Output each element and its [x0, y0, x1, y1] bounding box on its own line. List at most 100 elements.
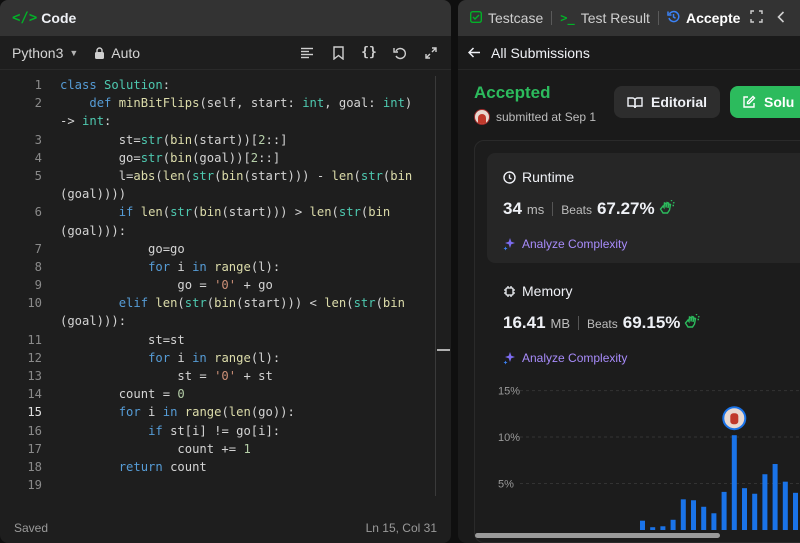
- chart-bar[interactable]: [640, 520, 645, 530]
- line-number: 10: [27, 296, 42, 311]
- chart-bar[interactable]: [721, 491, 727, 530]
- memory-beats-percent: 69.15%: [622, 313, 681, 332]
- format-icon[interactable]: [299, 45, 315, 61]
- all-submissions-link[interactable]: All Submissions: [458, 36, 800, 70]
- code-line: 2 def minBitFlips(self, start: int, goal…: [0, 94, 436, 112]
- avatar[interactable]: [474, 109, 490, 125]
- solution-button[interactable]: Solu: [730, 86, 800, 118]
- code-text: l=abs(len(str(bin(start))) - len(str(bin: [60, 168, 413, 183]
- braces-icon[interactable]: {}: [361, 45, 377, 61]
- code-text: -> int:: [60, 114, 112, 129]
- line-number: 12: [27, 350, 42, 365]
- chart-canvas: 15% 10% 5%: [498, 386, 800, 530]
- code-line: 7 go=go: [0, 240, 436, 258]
- sparkle-icon: [503, 238, 515, 251]
- chart-bar[interactable]: [793, 492, 798, 530]
- editorial-label: Editorial: [650, 94, 707, 110]
- tab-test-result-label: Test Result: [580, 10, 650, 26]
- runtime-analyze-label: Analyze Complexity: [522, 237, 628, 251]
- code-icon: </>: [12, 10, 38, 26]
- book-icon: [627, 96, 643, 108]
- chart-bar[interactable]: [660, 526, 666, 530]
- code-text: (goal))):: [60, 223, 127, 238]
- chart-bar[interactable]: [772, 464, 778, 530]
- memory-card[interactable]: Memory 16.41 MB Beats 69.15% Analyze Com…: [487, 267, 800, 377]
- line-number: 16: [27, 423, 42, 438]
- chart-bar[interactable]: [782, 481, 788, 530]
- line-number: 1: [34, 78, 42, 92]
- code-text: go=str(bin(goal))[2::]: [60, 150, 281, 165]
- memory-unit: MB: [550, 316, 571, 331]
- cursor-position[interactable]: Ln 15, Col 31: [366, 521, 437, 535]
- chart-bar[interactable]: [742, 488, 747, 530]
- runtime-unit: ms: [526, 202, 545, 217]
- memory-value: 16.41: [503, 313, 546, 332]
- chart-bar[interactable]: [650, 527, 656, 530]
- clap-icon: [684, 313, 701, 331]
- code-line: 6 if len(str(bin(start))) > len(str(bin: [0, 203, 436, 221]
- code-line: 9 go = '0' + go: [0, 276, 436, 294]
- runtime-card[interactable]: Runtime 34 ms Beats 67.27% Analyze Compl…: [487, 153, 800, 263]
- clap-icon: [659, 199, 675, 217]
- code-line: 19: [0, 476, 436, 494]
- code-text: count = 0: [60, 387, 185, 402]
- chart-bar[interactable]: [701, 506, 707, 530]
- code-text: return count: [118, 459, 207, 474]
- code-text: elif len(str(bin(start))) < len(str(bin: [118, 296, 405, 311]
- lock-icon: [95, 46, 105, 59]
- chevron-left-icon[interactable]: [777, 10, 785, 26]
- chart-bar[interactable]: [691, 500, 696, 530]
- chart-bar[interactable]: [762, 474, 768, 530]
- code-line: 16 if st[i] != go[i]:: [0, 422, 436, 440]
- tab-test-result[interactable]: >_ Test Result: [560, 10, 650, 26]
- line-number: 7: [34, 241, 42, 256]
- chart-bar[interactable]: [680, 499, 686, 530]
- fullscreen-icon[interactable]: [750, 10, 764, 26]
- save-status: Saved: [14, 521, 49, 535]
- terminal-icon: >_: [560, 11, 575, 25]
- code-editor[interactable]: 1 class Solution: 2 def minBitFlips(self, …: [0, 76, 436, 496]
- editor-scrollbar-thumb[interactable]: [437, 349, 450, 351]
- runtime-beats-label: Beats: [561, 203, 592, 217]
- chart-bar[interactable]: [670, 519, 676, 530]
- line-number: 11: [27, 332, 42, 347]
- memory-beats-label: Beats: [587, 317, 618, 331]
- code-text: for i in range(l):: [148, 350, 281, 365]
- expand-icon[interactable]: [423, 45, 439, 61]
- auto-mode-toggle[interactable]: Auto: [94, 45, 140, 61]
- code-panel-header: </> Code: [0, 0, 451, 36]
- reset-icon[interactable]: [392, 45, 408, 61]
- code-text: (goal))):: [60, 314, 127, 329]
- editorial-button[interactable]: Editorial: [614, 86, 720, 118]
- code-text: class Solution:: [60, 78, 171, 92]
- line-number: 4: [34, 150, 42, 165]
- user-marker-figure: [730, 413, 739, 425]
- line-number: [0, 185, 42, 203]
- memory-title: Memory: [522, 283, 573, 299]
- y-tick-label: 5%: [498, 479, 514, 491]
- code-text: st=str(bin(start))[2::]: [60, 132, 288, 147]
- memory-analyze-label: Analyze Complexity: [522, 351, 628, 365]
- line-number: [0, 112, 42, 130]
- code-line: 8 for i in range(l):: [0, 258, 436, 276]
- tab-accepted[interactable]: Accepte: [667, 10, 740, 26]
- memory-analyze-link[interactable]: Analyze Complexity: [503, 351, 627, 365]
- horizontal-scrollbar-thumb[interactable]: [475, 533, 720, 538]
- arrow-left-icon: [467, 45, 481, 61]
- bookmark-icon[interactable]: [330, 45, 346, 61]
- memory-distribution-chart[interactable]: 15% 10% 5%: [458, 372, 800, 543]
- tab-testcase-label: Testcase: [488, 10, 544, 26]
- code-line: -> int:: [0, 112, 436, 130]
- chart-bar[interactable]: [731, 435, 737, 530]
- edit-icon: [743, 95, 756, 108]
- line-number: 2: [34, 96, 42, 111]
- solution-label: Solu: [764, 94, 795, 110]
- runtime-analyze-link[interactable]: Analyze Complexity: [503, 237, 627, 251]
- language-select[interactable]: Python3 ▼: [12, 45, 78, 61]
- runtime-title: Runtime: [522, 169, 575, 185]
- tab-testcase[interactable]: Testcase: [469, 10, 544, 26]
- chevron-down-icon: ▼: [69, 47, 79, 58]
- chart-bar[interactable]: [711, 513, 717, 530]
- chart-bar[interactable]: [752, 493, 758, 530]
- code-text: st=st: [60, 332, 185, 347]
